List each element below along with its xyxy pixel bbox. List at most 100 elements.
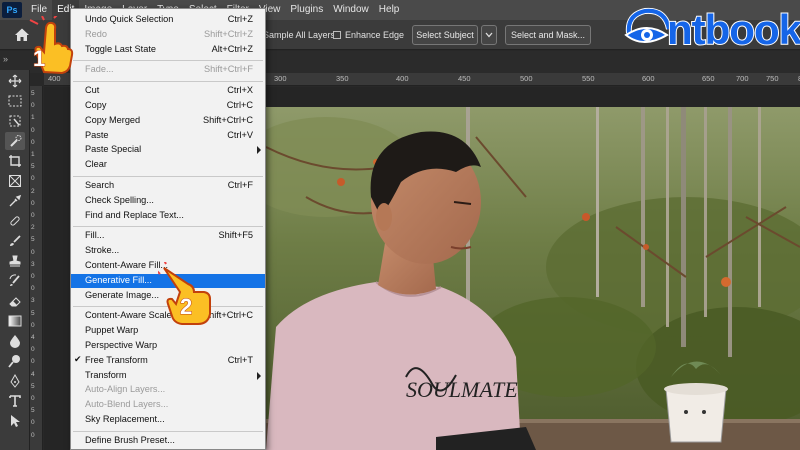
menu-item-label: Copy — [85, 100, 107, 110]
menu-item-label: Free Transform — [85, 354, 148, 365]
menu-separator — [73, 430, 263, 432]
menu-item-shortcut: Ctrl+X — [227, 85, 253, 96]
menu-item-stroke[interactable]: Stroke... — [71, 244, 265, 259]
menu-item-free-transform[interactable]: ✔ Free Transform Ctrl+T — [71, 354, 265, 369]
move-icon — [8, 74, 22, 88]
ruler-tick-label: 650 — [702, 74, 715, 83]
menu-window[interactable]: Window — [328, 0, 374, 20]
menu-item-define-brush-preset[interactable]: Define Brush Preset... — [71, 434, 265, 449]
select-subject-dropdown[interactable] — [481, 25, 497, 45]
menu-item-toggle-last-state[interactable]: Toggle Last State Alt+Ctrl+Z — [71, 43, 265, 58]
menu-item-transform[interactable]: Transform — [71, 369, 265, 384]
crop-tool[interactable] — [5, 152, 25, 170]
dodge-tool[interactable] — [5, 352, 25, 370]
type-tool[interactable] — [5, 392, 25, 410]
move-tool[interactable] — [5, 72, 25, 90]
ruler-tick-label: 0 — [31, 285, 35, 293]
menu-item-label: Find and Replace Text... — [85, 209, 184, 220]
clone-stamp-tool[interactable] — [5, 252, 25, 270]
arrow-pointer-icon — [11, 415, 20, 427]
ruler-tick-label: 0 — [31, 248, 35, 256]
menu-item-auto-align-layers[interactable]: Auto-Align Layers... — [71, 383, 265, 398]
ruler-tick-label: 0 — [31, 419, 35, 427]
ruler-tick-label: 0 — [31, 358, 35, 366]
menu-item-label: Transform — [85, 369, 127, 380]
menu-item-label: Stroke... — [85, 245, 120, 256]
history-brush-tool[interactable] — [5, 272, 25, 290]
photoshop-logo: Ps — [2, 2, 22, 18]
menu-item-undo-quick-selection[interactable]: Undo Quick Selection Ctrl+Z — [71, 13, 265, 28]
menu-item-copy-merged[interactable]: Copy Merged Shift+Ctrl+C — [71, 114, 265, 129]
ruler-tick-label: 0 — [31, 395, 35, 402]
marquee-tool[interactable] — [5, 92, 25, 110]
menu-item-label: Sky Replacement... — [85, 414, 165, 424]
document-photo[interactable]: SOULMATE — [266, 107, 800, 450]
eyedropper-tool[interactable] — [5, 192, 25, 210]
ruler-tick-label: 500 — [520, 74, 533, 83]
enhance-edge-label[interactable]: Enhance Edge — [345, 30, 404, 40]
ruler-tick-label: 1 — [31, 151, 35, 158]
ruler-tick-label: 3 — [31, 260, 35, 268]
edit-menu-dropdown: Undo Quick Selection Ctrl+Z Redo Shift+Ctrl… — [70, 8, 266, 450]
menu-item-fade[interactable]: Fade... Shift+Ctrl+F — [71, 63, 265, 78]
menu-item-paste[interactable]: Paste Ctrl+V — [71, 129, 265, 144]
select-and-mask-button[interactable]: Select and Mask... — [505, 25, 591, 45]
menu-help[interactable]: Help — [374, 0, 405, 20]
ntbook-wordmark: ntbook — [666, 5, 800, 54]
checkmark-icon: ✔ — [74, 353, 82, 364]
ruler-tick-label: 0 — [31, 126, 35, 134]
marquee-icon — [8, 95, 22, 107]
menu-item-search[interactable]: Search Ctrl+F — [71, 179, 265, 194]
menu-item-copy[interactable]: Copy Ctrl+C — [71, 99, 265, 114]
enhance-edge-checkbox[interactable] — [333, 31, 341, 39]
gradient-tool[interactable] — [5, 312, 25, 330]
eraser-tool[interactable] — [5, 292, 25, 310]
eyedropper-icon — [9, 194, 22, 207]
ruler-tick-label: 400 — [396, 74, 409, 83]
menu-item-label: Check Spelling... — [85, 194, 154, 205]
healing-brush-tool[interactable] — [5, 212, 25, 230]
submenu-arrow-icon — [257, 371, 261, 380]
panel-collapse-toggle[interactable]: » — [3, 54, 8, 64]
ruler-tick-label: 0 — [31, 321, 35, 329]
ruler-tick-label: 0 — [31, 102, 35, 110]
ruler-tick-label: 1 — [31, 114, 35, 122]
menu-item-find-and-replace-text[interactable]: Find and Replace Text... — [71, 209, 265, 224]
path-selection-tool[interactable] — [5, 412, 25, 430]
menu-item-check-spelling[interactable]: Check Spelling... — [71, 194, 265, 209]
ruler-tick-label: 5 — [31, 163, 35, 171]
ruler-tick-label: 0 — [31, 138, 35, 146]
select-subject-button[interactable]: Select Subject — [412, 25, 478, 45]
menu-item-clear[interactable]: Clear — [71, 158, 265, 173]
pen-tool[interactable] — [5, 372, 25, 390]
menu-item-shortcut: Ctrl+V — [227, 129, 253, 140]
ruler-tick-label: 4 — [31, 334, 35, 341]
sample-all-layers-label[interactable]: Sample All Layers — [263, 30, 335, 40]
lasso-tool[interactable] — [5, 112, 25, 130]
menu-item-perspective-warp[interactable]: Perspective Warp — [71, 339, 265, 354]
menu-item-cut[interactable]: Cut Ctrl+X — [71, 84, 265, 99]
menu-plugins[interactable]: Plugins — [285, 0, 328, 20]
menu-item-paste-special[interactable]: Paste Special — [71, 143, 265, 158]
menu-item-label: Generate Image... — [85, 289, 160, 300]
stamp-icon — [9, 255, 21, 267]
ruler-tick-label: 0 — [31, 212, 35, 219]
ruler-tick-label: 550 — [582, 74, 595, 83]
menu-item-auto-blend-layers[interactable]: Auto-Blend Layers... — [71, 398, 265, 413]
menu-item-fill[interactable]: Fill... Shift+F5 — [71, 229, 265, 244]
ntbook-logo: ntbook — [623, 3, 800, 57]
step-2-number: 2 — [179, 294, 193, 320]
quick-selection-tool[interactable] — [5, 132, 25, 150]
frame-tool[interactable] — [5, 172, 25, 190]
ruler-tick-label: 5 — [31, 407, 35, 415]
ruler-tick-label: 600 — [642, 74, 655, 83]
menu-item-redo[interactable]: Redo Shift+Ctrl+Z — [71, 28, 265, 43]
menu-item-label: Copy Merged — [85, 114, 141, 125]
pointing-hand-icon — [29, 13, 74, 75]
ruler-tick-label: 350 — [336, 74, 349, 83]
ruler-tick-label: 5 — [31, 90, 35, 97]
brush-tool[interactable] — [5, 232, 25, 250]
blur-tool[interactable] — [5, 332, 25, 350]
shirt-print-text: SOULMATE — [406, 377, 518, 402]
menu-item-sky-replacement[interactable]: Sky Replacement... — [71, 413, 265, 428]
